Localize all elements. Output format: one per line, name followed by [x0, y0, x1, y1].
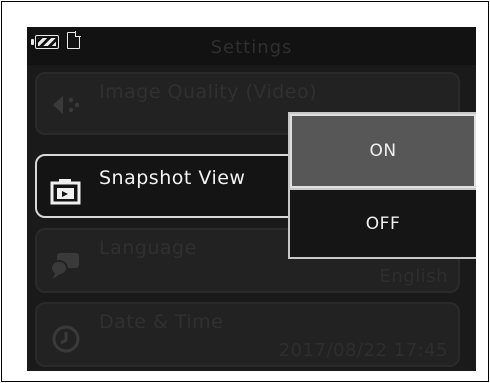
menu-item-value: English	[379, 266, 448, 287]
option-on[interactable]: ON	[290, 114, 476, 188]
page-title: Settings	[210, 37, 293, 58]
menu-item-label: Language	[99, 237, 197, 259]
snapshot-camera-icon	[49, 174, 83, 208]
language-icon	[49, 248, 83, 282]
clock-icon	[49, 322, 83, 356]
camera-screen: Settings Image Quality (Video) Snapshot …	[27, 27, 476, 371]
video-quality-icon	[49, 88, 83, 122]
on-off-selector: ON OFF	[288, 112, 476, 259]
menu-item-date-time[interactable]: Date & Time 2017/08/22 17:45	[35, 302, 460, 367]
menu-item-value: 2017/08/22 17:45	[278, 340, 448, 361]
menu-item-label: Image Quality (Video)	[99, 81, 318, 103]
menu-item-label: Date & Time	[99, 311, 224, 333]
status-bar: Settings	[27, 27, 476, 65]
option-off[interactable]: OFF	[290, 190, 476, 257]
menu-item-label: Snapshot View	[99, 167, 246, 189]
